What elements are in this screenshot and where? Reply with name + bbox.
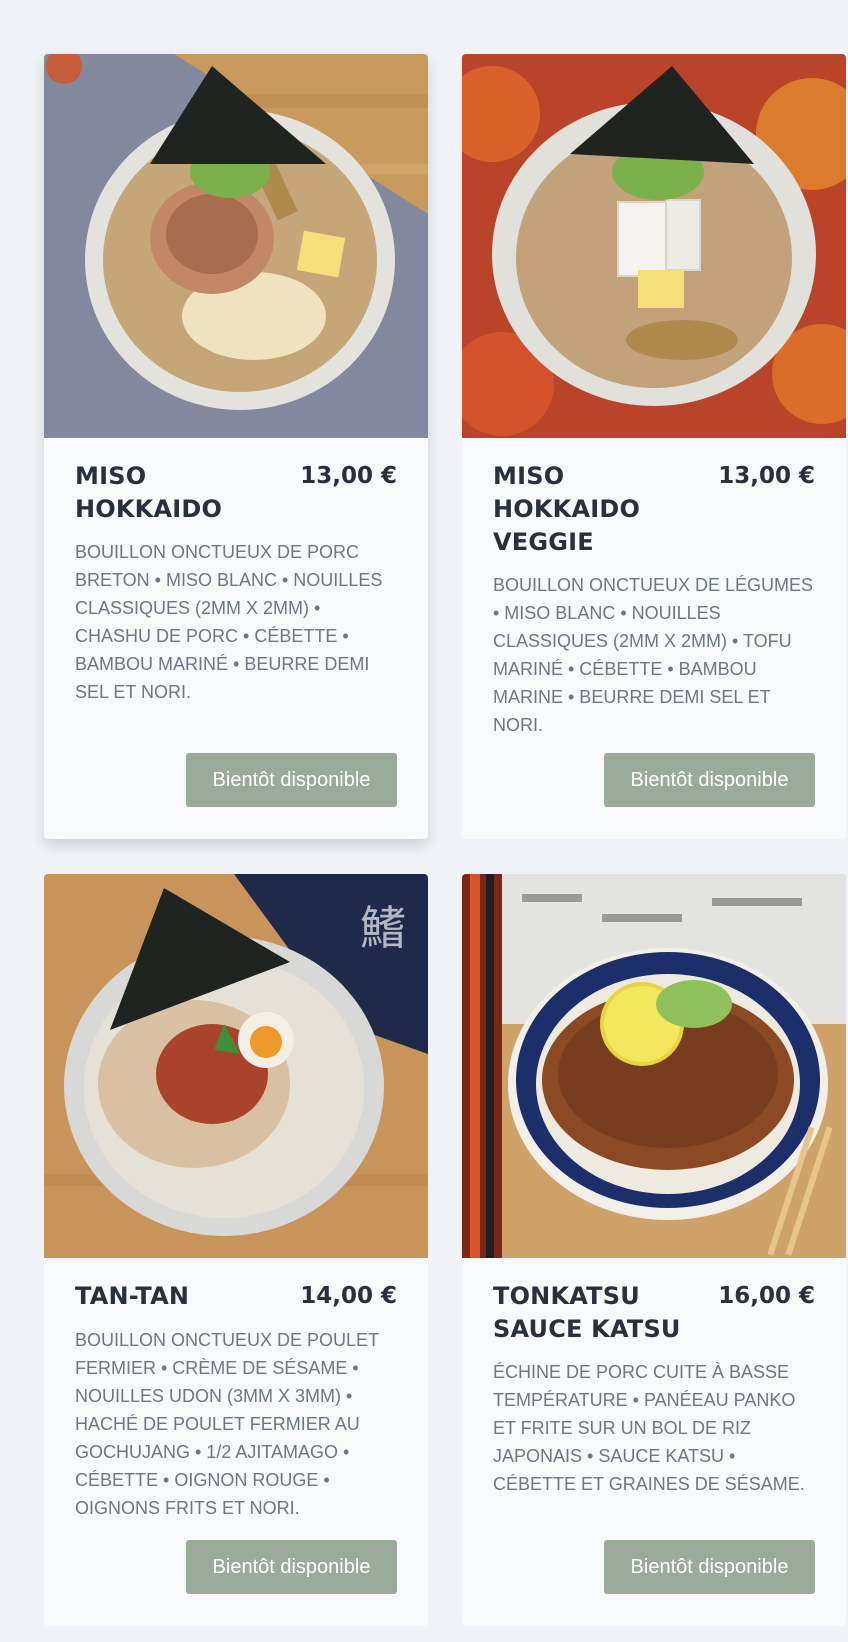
dish-name: MISO HOKKAIDO	[75, 462, 223, 523]
dish-price: 13,00 €	[300, 463, 397, 489]
dish-name: TAN-TAN	[75, 1282, 190, 1310]
menu-card-tonkatsu-sauce-katsu: TONKATSU SAUCE KATSU 16,00 € ÉCHINE DE P…	[462, 874, 846, 1626]
svg-text:鰭: 鰭	[360, 901, 406, 955]
dish-price: 14,00 €	[300, 1283, 397, 1309]
dish-description: BOUILLON ONCTUEUX DE LÉGUMES • MISO BLAN…	[493, 575, 814, 735]
coming-soon-button[interactable]: Bientôt disponible	[186, 1540, 397, 1594]
dish-photo-miso-hokkaido	[44, 54, 428, 438]
dish-description: BOUILLON ONCTUEUX DE POULET FERMIER • CR…	[75, 1330, 379, 1518]
menu-card-miso-hokkaido: MISO HOKKAIDO 13,00 € BOUILLON ONCTUEUX …	[44, 54, 428, 839]
coming-soon-button[interactable]: Bientôt disponible	[604, 753, 815, 807]
dish-description: BOUILLON ONCTUEUX DE PORC BRETON • MISO …	[75, 542, 383, 702]
dish-photo-tan-tan: 鰭	[44, 874, 428, 1258]
dish-name: MISO HOKKAIDO VEGGIE	[493, 462, 641, 556]
dish-photo-tonkatsu-sauce-katsu	[462, 874, 846, 1258]
dish-name: TONKATSU SAUCE KATSU	[493, 1282, 681, 1343]
coming-soon-button[interactable]: Bientôt disponible	[604, 1540, 815, 1594]
menu-card-tan-tan: 鰭 TAN-TAN 14,00 € BOUILLON ONCTUEUX DE P…	[44, 874, 428, 1626]
dish-price: 16,00 €	[718, 1283, 815, 1309]
dish-description: ÉCHINE DE PORC CUITE À BASSE TEMPÉRATURE…	[493, 1362, 805, 1494]
dish-price: 13,00 €	[718, 463, 815, 489]
menu-card-miso-hokkaido-veggie: MISO HOKKAIDO VEGGIE 13,00 € BOUILLON ON…	[462, 54, 846, 839]
coming-soon-button[interactable]: Bientôt disponible	[186, 753, 397, 807]
dish-photo-miso-hokkaido-veggie	[462, 54, 846, 438]
